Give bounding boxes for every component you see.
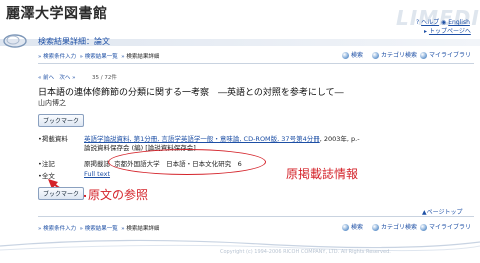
note-label-text: 注記 — [41, 160, 55, 168]
prev-icon: « — [38, 75, 42, 81]
nav-category-label: カテゴリ検索 — [381, 224, 418, 231]
library-icon — [420, 52, 427, 59]
source-suffix: , 2003年, p.- — [319, 135, 360, 143]
header: 麗澤大学図書館 LIMEDIO ? ヘルプ ◉ English ▸ トップページ… — [0, 0, 480, 36]
pager: « 前へ 次へ » — [38, 73, 76, 81]
divider-bottom — [38, 216, 474, 217]
breadcrumb-search-conditions[interactable]: 検索条件入力 — [43, 54, 76, 60]
library-icon — [420, 224, 427, 231]
category-icon — [372, 52, 379, 59]
page-top-label: ページトップ — [426, 209, 463, 216]
prev-link[interactable]: 前へ — [43, 75, 54, 81]
record-author: 山内博之 — [38, 99, 66, 107]
breadcrumb-result-list-bottom[interactable]: 検索結果一覧 — [85, 226, 118, 232]
source-label-text: 掲載資料 — [41, 135, 68, 143]
search-icon — [342, 52, 349, 59]
chevron-icon: » — [38, 226, 42, 232]
nav-search[interactable]: 検索 — [342, 50, 363, 59]
page-top-link[interactable]: ▲ページトップ — [422, 207, 463, 216]
header-links: ? ヘルプ ◉ English — [416, 17, 470, 26]
record-title: 日本語の連体修飾節の分類に関する一考察 ―英語との対照を参考にして― — [38, 88, 344, 98]
nav-category-label: カテゴリ検索 — [381, 52, 418, 59]
field-source-label: •掲載資料 — [38, 133, 68, 143]
help-link[interactable]: ヘルプ — [421, 19, 439, 26]
result-count: 35 / 72件 — [92, 75, 117, 81]
nav-my-library[interactable]: マイライブラリ — [420, 50, 471, 59]
nav-search-label: 検索 — [351, 224, 364, 231]
globe-icon: ◉ — [441, 19, 447, 26]
highlight-ellipse-note — [108, 149, 266, 175]
copyright: Copyright (c) 1994-2006 RICOH COMPANY, L… — [220, 249, 391, 255]
nav-library-label: マイライブラリ — [429, 224, 472, 231]
nav-search-label: 検索 — [351, 52, 364, 59]
divider — [38, 63, 474, 64]
breadcrumb-result-detail-bottom: 検索結果詳細 — [126, 226, 160, 232]
bookmark-button[interactable]: ブックマーク — [38, 114, 85, 127]
nav-my-library-bottom[interactable]: マイライブラリ — [420, 222, 471, 231]
breadcrumb-search-conditions-bottom[interactable]: 検索条件入力 — [43, 226, 76, 232]
brand-title: 麗澤大学図書館 — [6, 6, 108, 22]
field-note-label: •注記 — [38, 158, 55, 168]
nav-search-bottom[interactable]: 検索 — [342, 222, 363, 231]
page-title: 検索結果詳細：論文 — [38, 37, 110, 46]
chevron-icon: » — [79, 226, 84, 232]
breadcrumb-result-detail: 検索結果詳細 — [126, 54, 160, 60]
nav-category-search-bottom[interactable]: カテゴリ検索 — [372, 222, 417, 231]
swirl-icon — [3, 34, 27, 48]
search-icon — [342, 224, 349, 231]
chevron-icon: » — [121, 226, 125, 232]
note-prefix: 原掲載誌 — [84, 160, 110, 168]
annotation-fulltext-ref: 原文の参照 — [88, 188, 149, 202]
chevron-icon: » — [79, 54, 84, 60]
help-icon: ? — [416, 19, 420, 26]
next-link[interactable]: 次へ — [59, 75, 70, 81]
breadcrumb-top: » 検索条件入力 » 検索結果一覧 » 検索結果詳細 — [38, 52, 159, 60]
field-fulltext-value: Full text — [84, 170, 110, 178]
category-icon — [372, 224, 379, 231]
bookmark-button-bottom[interactable]: ブックマーク — [38, 187, 85, 200]
next-icon: » — [72, 75, 76, 81]
fulltext-link[interactable]: Full text — [84, 170, 110, 178]
chevron-icon: » — [121, 54, 125, 60]
chevron-icon: » — [38, 54, 42, 60]
breadcrumb-bottom: » 検索条件入力 » 検索結果一覧 » 検索結果詳細 — [38, 224, 159, 232]
breadcrumb-result-list[interactable]: 検索結果一覧 — [85, 54, 118, 60]
nav-category-search[interactable]: カテゴリ検索 — [372, 50, 417, 59]
annotation-original-source: 原掲載誌情報 — [286, 167, 359, 181]
nav-library-label: マイライブラリ — [429, 52, 472, 59]
english-link[interactable]: English — [448, 19, 470, 26]
